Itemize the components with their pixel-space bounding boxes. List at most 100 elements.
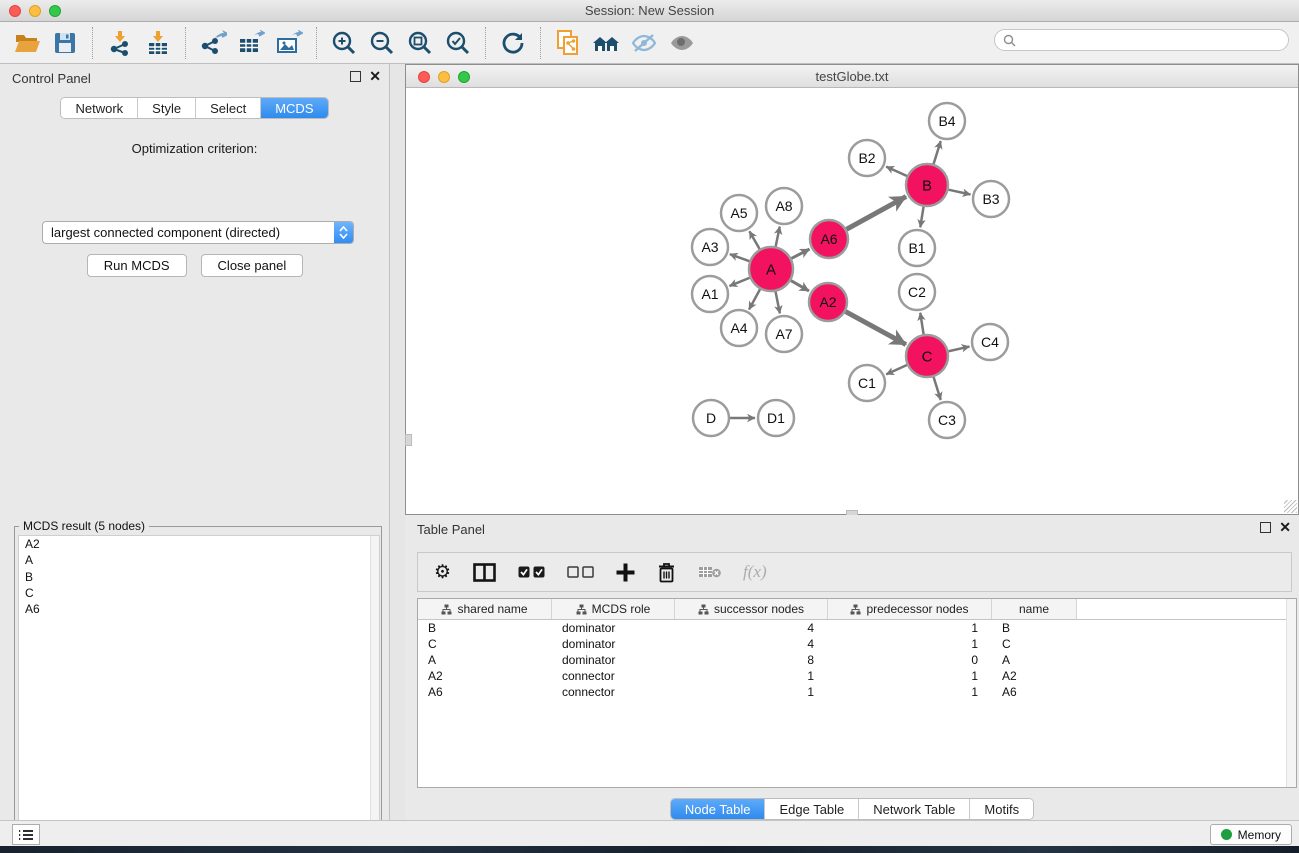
edge-A-A4[interactable] <box>749 289 760 309</box>
refresh-layout-icon[interactable] <box>494 25 532 61</box>
optimization-criterion-dropdown[interactable]: largest connected component (directed) <box>42 221 354 244</box>
cell-predecessor-nodes[interactable]: 1 <box>828 621 992 635</box>
node-A1[interactable]: A1 <box>692 276 728 312</box>
cell-predecessor-nodes[interactable]: 0 <box>828 653 992 667</box>
vertical-split-handle[interactable] <box>405 434 412 446</box>
node-A3[interactable]: A3 <box>692 229 728 265</box>
tab-style[interactable]: Style <box>138 98 196 118</box>
add-column-icon[interactable] <box>616 563 635 582</box>
edge-A6-B[interactable] <box>847 197 906 230</box>
hide-selected-icon[interactable] <box>625 25 663 61</box>
tab-network[interactable]: Network <box>61 98 138 118</box>
result-list-scrollbar[interactable] <box>370 536 379 853</box>
cell-MCDS-role[interactable]: connector <box>552 669 675 683</box>
edge-B-B1[interactable] <box>920 207 923 228</box>
cell-name[interactable]: A2 <box>992 669 1077 683</box>
node-B[interactable]: B <box>906 164 948 206</box>
result-item[interactable]: C <box>19 585 379 601</box>
tab-edge-table[interactable]: Edge Table <box>765 799 859 819</box>
node-A[interactable]: A <box>749 247 793 291</box>
node-B1[interactable]: B1 <box>899 230 935 266</box>
node-A2[interactable]: A2 <box>809 283 847 321</box>
network-canvas[interactable]: B4B2BB3A5A8A6B1A3AC2A1A2A4A7C4CC1DD1C3 <box>406 88 1298 514</box>
tab-node-table[interactable]: Node Table <box>671 799 766 819</box>
export-network-icon[interactable] <box>194 25 232 61</box>
tab-select[interactable]: Select <box>196 98 261 118</box>
network-close-button[interactable] <box>418 71 430 83</box>
cell-successor-nodes[interactable]: 8 <box>675 653 828 667</box>
cell-predecessor-nodes[interactable]: 1 <box>828 685 992 699</box>
node-C2[interactable]: C2 <box>899 274 935 310</box>
select-all-columns-icon[interactable] <box>518 566 545 578</box>
edge-C-C4[interactable] <box>948 347 969 352</box>
node-C4[interactable]: C4 <box>972 324 1008 360</box>
edge-A-A5[interactable] <box>749 231 759 249</box>
cell-MCDS-role[interactable]: dominator <box>552 653 675 667</box>
show-all-icon[interactable] <box>663 25 701 61</box>
network-window-titlebar[interactable]: testGlobe.txt <box>406 65 1298 88</box>
result-item[interactable]: B <box>19 569 379 585</box>
function-builder-icon[interactable]: f(x) <box>743 562 767 582</box>
cell-MCDS-role[interactable]: dominator <box>552 637 675 651</box>
node-C3[interactable]: C3 <box>929 402 965 438</box>
import-network-icon[interactable] <box>101 25 139 61</box>
export-table-icon[interactable] <box>232 25 270 61</box>
save-session-icon[interactable] <box>46 25 84 61</box>
node-A8[interactable]: A8 <box>766 188 802 224</box>
import-table-icon[interactable] <box>139 25 177 61</box>
cell-name[interactable]: C <box>992 637 1077 651</box>
zoom-window-button[interactable] <box>49 5 61 17</box>
column-view-icon[interactable] <box>473 563 496 582</box>
close-panel-button[interactable]: Close panel <box>201 254 304 277</box>
cell-shared-name[interactable]: A6 <box>418 685 552 699</box>
cell-predecessor-nodes[interactable]: 1 <box>828 637 992 651</box>
column-header-successor-nodes[interactable]: successor nodes <box>675 599 828 619</box>
cell-shared-name[interactable]: B <box>418 621 552 635</box>
node-A7[interactable]: A7 <box>766 316 802 352</box>
node-B4[interactable]: B4 <box>929 103 965 139</box>
zoom-in-icon[interactable] <box>325 25 363 61</box>
close-panel-icon[interactable]: ✕ <box>369 71 381 82</box>
edge-B-B4[interactable] <box>934 141 941 164</box>
edge-C-C2[interactable] <box>920 313 923 335</box>
new-network-from-selection-icon[interactable] <box>549 25 587 61</box>
node-B3[interactable]: B3 <box>973 181 1009 217</box>
edge-A-A3[interactable] <box>730 254 750 261</box>
zoom-selected-icon[interactable] <box>439 25 477 61</box>
tab-network-table[interactable]: Network Table <box>859 799 970 819</box>
cell-successor-nodes[interactable]: 1 <box>675 669 828 683</box>
close-window-button[interactable] <box>9 5 21 17</box>
edge-C-C3[interactable] <box>934 377 941 400</box>
table-row[interactable]: Bdominator41B <box>418 620 1296 636</box>
task-history-button[interactable] <box>12 824 40 845</box>
cell-successor-nodes[interactable]: 1 <box>675 685 828 699</box>
cell-shared-name[interactable]: C <box>418 637 552 651</box>
table-scrollbar[interactable] <box>1286 599 1296 787</box>
cell-name[interactable]: A6 <box>992 685 1077 699</box>
result-item[interactable]: A <box>19 552 379 568</box>
network-minimize-button[interactable] <box>438 71 450 83</box>
mcds-result-list[interactable]: A2ABCA6 <box>18 535 380 853</box>
cell-name[interactable]: A <box>992 653 1077 667</box>
column-header-name[interactable]: name <box>992 599 1077 619</box>
delete-column-icon[interactable] <box>657 562 676 583</box>
cell-name[interactable]: B <box>992 621 1077 635</box>
node-A4[interactable]: A4 <box>721 310 757 346</box>
cell-MCDS-role[interactable]: dominator <box>552 621 675 635</box>
result-item[interactable]: A6 <box>19 601 379 617</box>
edge-A-A1[interactable] <box>729 278 749 286</box>
column-header-predecessor-nodes[interactable]: predecessor nodes <box>828 599 992 619</box>
table-row[interactable]: Adominator80A <box>418 652 1296 668</box>
column-header-MCDS-role[interactable]: MCDS role <box>552 599 675 619</box>
node-A6[interactable]: A6 <box>810 220 848 258</box>
minimize-window-button[interactable] <box>29 5 41 17</box>
search-input[interactable] <box>1021 31 1288 49</box>
close-table-panel-icon[interactable]: ✕ <box>1279 522 1291 533</box>
cell-shared-name[interactable]: A2 <box>418 669 552 683</box>
first-neighbors-icon[interactable] <box>587 25 625 61</box>
table-options-icon[interactable]: ⚙ <box>434 563 451 582</box>
deselect-all-columns-icon[interactable] <box>567 566 594 578</box>
run-mcds-button[interactable]: Run MCDS <box>87 254 187 277</box>
edge-B-B3[interactable] <box>948 190 970 195</box>
float-panel-icon[interactable] <box>350 71 361 82</box>
